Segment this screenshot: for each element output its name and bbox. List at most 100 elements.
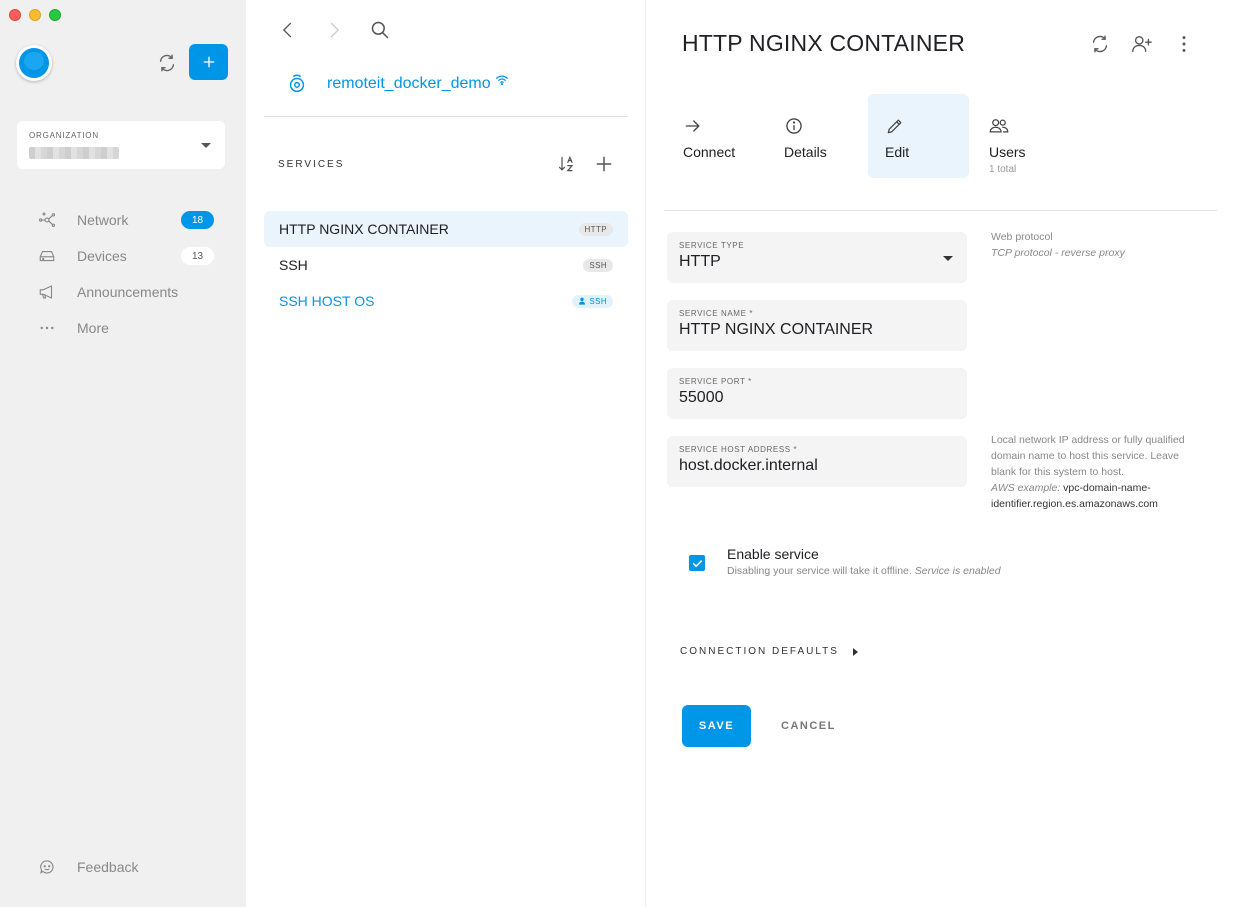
service-port-field[interactable]: SERVICE PORT * 55000	[667, 368, 967, 419]
service-port-value: 55000	[679, 389, 724, 406]
enable-service-label: Enable service	[727, 546, 819, 562]
pencil-icon	[885, 116, 905, 136]
service-type-hint: Web protocol TCP protocol - reverse prox…	[991, 229, 1191, 261]
service-host-address-value: host.docker.internal	[679, 457, 818, 474]
arrow-right-icon	[683, 116, 703, 136]
services-list: HTTP NGINX CONTAINER HTTP SSH SSH SSH HO…	[264, 211, 628, 319]
service-type-select[interactable]: SERVICE TYPE HTTP	[667, 232, 967, 283]
network-count-badge: 18	[181, 211, 214, 229]
host-address-hint-text: Local network IP address or fully qualif…	[991, 434, 1185, 478]
remoteit-target-icon	[286, 73, 308, 95]
users-count: 1 total	[989, 164, 1017, 175]
sidebar-item-devices[interactable]: Devices 13	[36, 238, 226, 274]
sidebar-item-label: More	[77, 320, 109, 336]
page-title: HTTP NGINX CONTAINER	[682, 30, 965, 56]
refresh-icon[interactable]	[1089, 33, 1111, 55]
refresh-icon[interactable]	[156, 52, 178, 74]
plus-icon	[203, 56, 214, 68]
service-port-label: SERVICE PORT *	[679, 377, 752, 386]
service-type-chip: HTTP	[578, 222, 613, 236]
caret-right-icon	[852, 647, 858, 656]
organization-name-redacted	[29, 147, 119, 159]
device-name: remoteit_docker_demo	[327, 75, 491, 92]
tab-details[interactable]: Details	[767, 94, 868, 178]
person-icon	[579, 297, 586, 305]
caret-down-icon	[201, 143, 211, 148]
sidebar-item-more[interactable]: More	[36, 310, 226, 346]
avatar[interactable]	[16, 45, 52, 81]
service-item-http-nginx[interactable]: HTTP NGINX CONTAINER HTTP	[264, 211, 628, 247]
more-dots-icon	[36, 319, 58, 337]
service-type-value: HTTP	[679, 253, 721, 270]
history-nav	[278, 20, 390, 40]
sidebar-item-label: Announcements	[77, 284, 179, 300]
feedback-smile-icon	[36, 858, 58, 876]
enable-service-sub-text: Disabling your service will take it offl…	[727, 565, 912, 577]
maximize-window-button[interactable]	[49, 9, 61, 21]
service-item-ssh[interactable]: SSH SSH	[264, 247, 628, 283]
cancel-button[interactable]: CANCEL	[771, 705, 846, 747]
service-type-chip: SSH	[583, 258, 613, 272]
tab-users[interactable]: Users 1 total	[969, 94, 1070, 178]
service-type-hint-line1: Web protocol	[991, 231, 1053, 243]
close-window-button[interactable]	[9, 9, 21, 21]
enable-service-row: Enable service Disabling your service wi…	[689, 546, 1001, 577]
detail-tabs: Connect Details Edit Users 1 total	[666, 94, 1070, 178]
detail-actions	[1089, 33, 1195, 55]
service-type-chip-label: SSH	[589, 296, 607, 306]
tab-edit[interactable]: Edit	[868, 94, 969, 178]
enable-service-description: Disabling your service will take it offl…	[727, 565, 1001, 577]
service-type-label: SERVICE TYPE	[679, 241, 745, 250]
service-item-ssh-host-os[interactable]: SSH HOST OS SSH	[264, 283, 628, 319]
host-address-hint: Local network IP address or fully qualif…	[991, 432, 1186, 512]
service-name: SSH	[279, 257, 308, 273]
organization-select[interactable]: ORGANIZATION	[17, 121, 225, 169]
network-icon	[36, 211, 58, 229]
service-host-address-label: SERVICE HOST ADDRESS *	[679, 445, 798, 454]
more-vertical-icon[interactable]	[1173, 33, 1195, 55]
sidebar-nav: Network 18 Devices 13 Announcements More	[36, 202, 226, 346]
services-header: SERVICES	[278, 159, 345, 170]
search-icon[interactable]	[370, 20, 390, 40]
divider	[264, 116, 628, 117]
feedback-button[interactable]: Feedback	[36, 849, 138, 885]
window-controls	[9, 9, 61, 21]
minimize-window-button[interactable]	[29, 9, 41, 21]
feedback-label: Feedback	[77, 859, 139, 875]
back-arrow-icon[interactable]	[278, 20, 298, 40]
connection-defaults-toggle[interactable]: CONNECTION DEFAULTS	[680, 646, 858, 657]
service-detail-panel: HTTP NGINX CONTAINER Connect Details Edi…	[646, 0, 1235, 907]
wifi-icon	[495, 73, 509, 87]
service-type-hint-line2: TCP protocol - reverse proxy	[991, 247, 1125, 259]
sidebar-item-network[interactable]: Network 18	[36, 202, 226, 238]
check-icon	[692, 559, 702, 567]
service-name-field[interactable]: SERVICE NAME * HTTP NGINX CONTAINER	[667, 300, 967, 351]
sidebar-item-announcements[interactable]: Announcements	[36, 274, 226, 310]
forward-arrow-icon[interactable]	[324, 20, 344, 40]
info-icon	[784, 116, 804, 136]
connection-defaults-label: CONNECTION DEFAULTS	[680, 646, 839, 657]
sidebar-item-label: Devices	[77, 248, 127, 264]
enable-service-status: Service is enabled	[914, 565, 1001, 577]
megaphone-icon	[36, 283, 58, 301]
save-button[interactable]: SAVE	[682, 705, 751, 747]
host-example-label: AWS example:	[991, 482, 1061, 494]
caret-down-icon	[943, 256, 953, 261]
tab-label: Details	[784, 144, 827, 160]
tab-label: Users	[989, 144, 1026, 160]
service-host-address-field[interactable]: SERVICE HOST ADDRESS * host.docker.inter…	[667, 436, 967, 487]
enable-service-checkbox[interactable]	[689, 555, 705, 571]
device-header[interactable]: remoteit_docker_demo	[286, 73, 509, 95]
add-service-icon[interactable]	[594, 154, 614, 174]
devices-count-badge: 13	[181, 247, 214, 265]
sidebar-item-label: Network	[77, 212, 129, 228]
service-type-chip: SSH	[572, 294, 613, 308]
users-icon	[989, 116, 1009, 136]
add-button[interactable]	[189, 44, 228, 80]
services-panel: remoteit_docker_demo SERVICES HTTP NGINX…	[246, 0, 646, 907]
add-user-icon[interactable]	[1131, 33, 1153, 55]
sort-az-icon[interactable]	[557, 154, 577, 174]
tab-connect[interactable]: Connect	[666, 94, 767, 178]
organization-label: ORGANIZATION	[29, 131, 99, 140]
service-name-label: SERVICE NAME *	[679, 309, 754, 318]
